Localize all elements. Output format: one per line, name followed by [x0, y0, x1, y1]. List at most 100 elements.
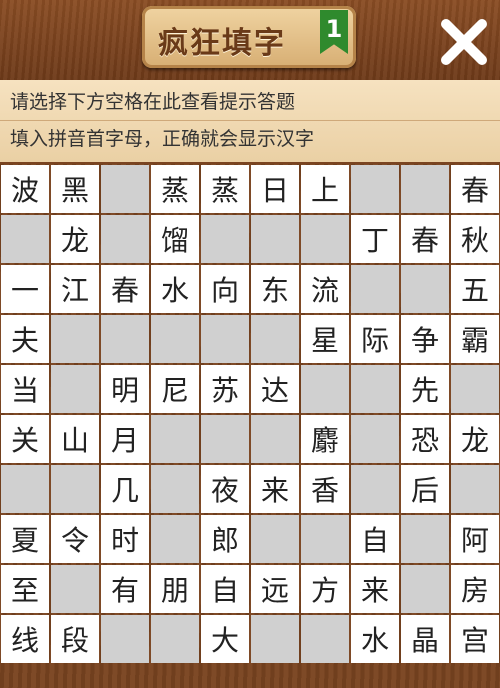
filled-cell[interactable]: 香	[301, 465, 349, 513]
empty-cell[interactable]	[251, 515, 299, 563]
empty-cell[interactable]	[151, 515, 199, 563]
filled-cell[interactable]: 水	[351, 615, 399, 663]
empty-cell[interactable]	[251, 615, 299, 663]
empty-cell[interactable]	[1, 465, 49, 513]
empty-cell[interactable]	[151, 615, 199, 663]
filled-cell[interactable]: 日	[251, 165, 299, 213]
empty-cell[interactable]	[201, 315, 249, 363]
filled-cell[interactable]: 达	[251, 365, 299, 413]
filled-cell[interactable]: 段	[51, 615, 99, 663]
filled-cell[interactable]: 夏	[1, 515, 49, 563]
filled-cell[interactable]: 龙	[451, 415, 499, 463]
empty-cell[interactable]	[201, 215, 249, 263]
filled-cell[interactable]: 月	[101, 415, 149, 463]
filled-cell[interactable]: 流	[301, 265, 349, 313]
filled-cell[interactable]: 蒸	[151, 165, 199, 213]
empty-cell[interactable]	[1, 215, 49, 263]
filled-cell[interactable]: 令	[51, 515, 99, 563]
empty-cell[interactable]	[401, 515, 449, 563]
filled-cell[interactable]: 波	[1, 165, 49, 213]
filled-cell[interactable]: 来	[351, 565, 399, 613]
empty-cell[interactable]	[451, 465, 499, 513]
filled-cell[interactable]: 后	[401, 465, 449, 513]
empty-cell[interactable]	[51, 565, 99, 613]
filled-cell[interactable]: 春	[401, 215, 449, 263]
filled-cell[interactable]: 馏	[151, 215, 199, 263]
empty-cell[interactable]	[51, 315, 99, 363]
filled-cell[interactable]: 星	[301, 315, 349, 363]
empty-cell[interactable]	[151, 415, 199, 463]
filled-cell[interactable]: 上	[301, 165, 349, 213]
filled-cell[interactable]: 大	[201, 615, 249, 663]
empty-cell[interactable]	[201, 415, 249, 463]
empty-cell[interactable]	[251, 215, 299, 263]
empty-cell[interactable]	[251, 415, 299, 463]
filled-cell[interactable]: 阿	[451, 515, 499, 563]
filled-cell[interactable]: 麝	[301, 415, 349, 463]
empty-cell[interactable]	[351, 415, 399, 463]
filled-cell[interactable]: 东	[251, 265, 299, 313]
filled-cell[interactable]: 尼	[151, 365, 199, 413]
filled-cell[interactable]: 山	[51, 415, 99, 463]
empty-cell[interactable]	[151, 465, 199, 513]
filled-cell[interactable]: 恐	[401, 415, 449, 463]
filled-cell[interactable]: 一	[1, 265, 49, 313]
filled-cell[interactable]: 江	[51, 265, 99, 313]
filled-cell[interactable]: 当	[1, 365, 49, 413]
empty-cell[interactable]	[51, 365, 99, 413]
filled-cell[interactable]: 关	[1, 415, 49, 463]
filled-cell[interactable]: 方	[301, 565, 349, 613]
empty-cell[interactable]	[101, 165, 149, 213]
filled-cell[interactable]: 晶	[401, 615, 449, 663]
empty-cell[interactable]	[451, 365, 499, 413]
empty-cell[interactable]	[301, 215, 349, 263]
filled-cell[interactable]: 朋	[151, 565, 199, 613]
close-button[interactable]	[436, 14, 492, 70]
empty-cell[interactable]	[301, 515, 349, 563]
filled-cell[interactable]: 夫	[1, 315, 49, 363]
empty-cell[interactable]	[351, 265, 399, 313]
empty-cell[interactable]	[101, 315, 149, 363]
filled-cell[interactable]: 龙	[51, 215, 99, 263]
filled-cell[interactable]: 几	[101, 465, 149, 513]
filled-cell[interactable]: 际	[351, 315, 399, 363]
empty-cell[interactable]	[401, 265, 449, 313]
empty-cell[interactable]	[351, 465, 399, 513]
filled-cell[interactable]: 秋	[451, 215, 499, 263]
filled-cell[interactable]: 房	[451, 565, 499, 613]
filled-cell[interactable]: 蒸	[201, 165, 249, 213]
filled-cell[interactable]: 线	[1, 615, 49, 663]
filled-cell[interactable]: 黑	[51, 165, 99, 213]
empty-cell[interactable]	[151, 315, 199, 363]
filled-cell[interactable]: 向	[201, 265, 249, 313]
filled-cell[interactable]: 来	[251, 465, 299, 513]
filled-cell[interactable]: 苏	[201, 365, 249, 413]
empty-cell[interactable]	[251, 315, 299, 363]
filled-cell[interactable]: 自	[351, 515, 399, 563]
filled-cell[interactable]: 先	[401, 365, 449, 413]
filled-cell[interactable]: 水	[151, 265, 199, 313]
empty-cell[interactable]	[101, 215, 149, 263]
filled-cell[interactable]: 远	[251, 565, 299, 613]
filled-cell[interactable]: 夜	[201, 465, 249, 513]
filled-cell[interactable]: 至	[1, 565, 49, 613]
empty-cell[interactable]	[351, 365, 399, 413]
filled-cell[interactable]: 明	[101, 365, 149, 413]
filled-cell[interactable]: 宫	[451, 615, 499, 663]
filled-cell[interactable]: 春	[101, 265, 149, 313]
empty-cell[interactable]	[51, 465, 99, 513]
empty-cell[interactable]	[401, 165, 449, 213]
empty-cell[interactable]	[301, 365, 349, 413]
empty-cell[interactable]	[301, 615, 349, 663]
filled-cell[interactable]: 争	[401, 315, 449, 363]
filled-cell[interactable]: 丁	[351, 215, 399, 263]
filled-cell[interactable]: 霸	[451, 315, 499, 363]
filled-cell[interactable]: 五	[451, 265, 499, 313]
filled-cell[interactable]: 郎	[201, 515, 249, 563]
empty-cell[interactable]	[351, 165, 399, 213]
filled-cell[interactable]: 自	[201, 565, 249, 613]
filled-cell[interactable]: 有	[101, 565, 149, 613]
empty-cell[interactable]	[101, 615, 149, 663]
filled-cell[interactable]: 春	[451, 165, 499, 213]
filled-cell[interactable]: 时	[101, 515, 149, 563]
